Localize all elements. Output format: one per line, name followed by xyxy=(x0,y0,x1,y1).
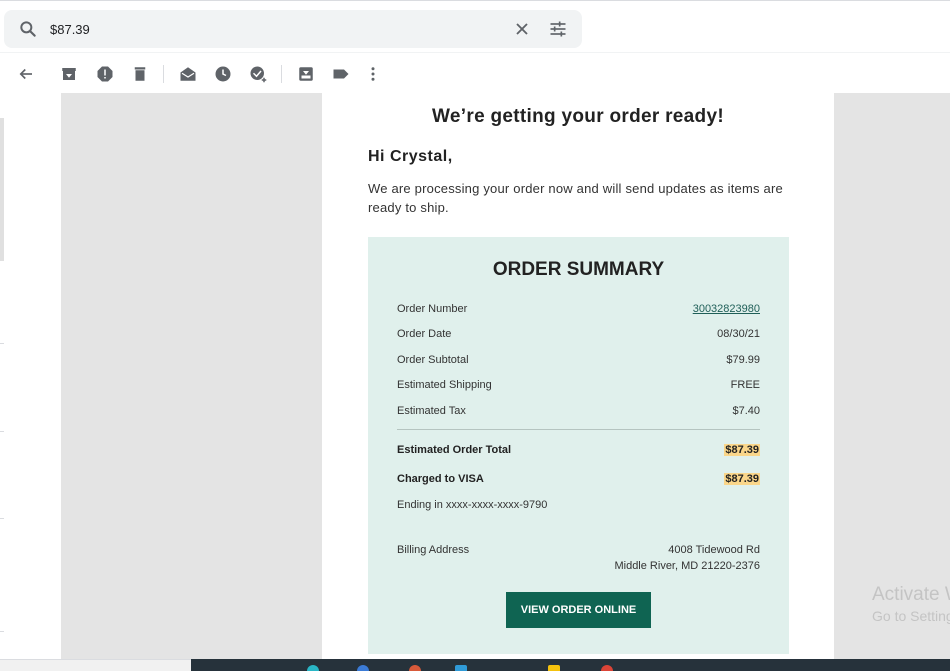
tax-label: Estimated Tax xyxy=(397,405,466,417)
nav-scroll-indicator[interactable] xyxy=(0,118,4,261)
order-total-label: Estimated Order Total xyxy=(397,444,512,456)
taskbar-app-icon[interactable] xyxy=(409,665,421,671)
email-greeting: Hi Crystal, xyxy=(368,148,453,165)
card-ending-row: Ending in xxxx-xxxx-xxxx-9790 xyxy=(397,499,760,515)
more-vert-icon[interactable] xyxy=(364,65,382,83)
email-background-left xyxy=(61,93,322,659)
activate-windows-subtitle: Go to Settings to activate Windows. xyxy=(872,608,950,624)
taskbar-app-icon[interactable] xyxy=(357,665,369,671)
order-number-row: Order Number 30032823980 xyxy=(397,303,760,319)
order-summary-box: ORDER SUMMARY Order Number 30032823980 O… xyxy=(368,237,789,654)
email-body: We’re getting your order ready! Hi Cryst… xyxy=(322,93,834,659)
nav-divider xyxy=(0,631,4,632)
view-order-online-button[interactable]: VIEW ORDER ONLINE xyxy=(506,592,651,628)
shipping-row: Estimated Shipping FREE xyxy=(397,379,760,395)
message-toolbar xyxy=(0,52,950,93)
charged-value: $87.39 xyxy=(724,473,760,485)
order-date-label: Order Date xyxy=(397,328,452,340)
order-total-value: $87.39 xyxy=(724,444,760,456)
toolbar-separator xyxy=(163,65,164,83)
tax-row: Estimated Tax $7.40 xyxy=(397,405,760,421)
email-intro: We are processing your order now and wil… xyxy=(368,181,783,215)
billing-address-line2: Middle River, MD 21220-2376 xyxy=(614,560,760,572)
order-total-row: Estimated Order Total $87.39 xyxy=(397,444,760,460)
search-bar[interactable] xyxy=(4,10,582,48)
shipping-value: FREE xyxy=(730,379,760,391)
billing-address-label: Billing Address xyxy=(397,544,470,556)
move-to-icon[interactable] xyxy=(297,65,315,83)
shipping-label: Estimated Shipping xyxy=(397,379,492,391)
nav-divider xyxy=(0,518,4,519)
window-top-border xyxy=(0,0,950,3)
order-date-value: 08/30/21 xyxy=(717,328,760,340)
archive-icon[interactable] xyxy=(60,65,78,83)
toolbar-separator xyxy=(281,65,282,83)
email-background-right xyxy=(834,93,950,659)
taskbar-app-icon[interactable] xyxy=(455,665,467,671)
label-icon[interactable] xyxy=(332,65,350,83)
close-icon[interactable] xyxy=(512,19,532,39)
order-subtotal-label: Order Subtotal xyxy=(397,354,469,366)
tune-icon[interactable] xyxy=(548,19,568,39)
nav-divider xyxy=(0,431,4,432)
snooze-clock-icon[interactable] xyxy=(214,65,232,83)
search-input[interactable] xyxy=(50,19,470,39)
order-subtotal-row: Order Subtotal $79.99 xyxy=(397,354,760,370)
order-number-label: Order Number xyxy=(397,303,468,315)
order-summary-title: ORDER SUMMARY xyxy=(492,259,665,280)
trash-icon[interactable] xyxy=(131,65,149,83)
report-spam-icon[interactable] xyxy=(96,65,114,83)
card-ending: Ending in xxxx-xxxx-xxxx-9790 xyxy=(397,499,548,511)
search-icon[interactable] xyxy=(18,19,38,39)
taskbar-app-icon[interactable] xyxy=(548,665,560,671)
taskbar-app-icon[interactable] xyxy=(307,665,319,671)
email-headline: We’re getting your order ready! xyxy=(432,106,724,127)
charged-row: Charged to VISA $87.39 xyxy=(397,473,760,489)
order-date-row: Order Date 08/30/21 xyxy=(397,328,760,344)
tax-value: $7.40 xyxy=(732,405,760,417)
arrow-back-icon[interactable] xyxy=(17,65,35,83)
add-task-icon[interactable] xyxy=(249,65,267,83)
summary-divider xyxy=(397,429,760,430)
nav-divider xyxy=(0,343,4,344)
activate-windows-title: Activate Windows xyxy=(872,584,950,605)
status-strip xyxy=(0,659,191,671)
order-subtotal-value: $79.99 xyxy=(726,354,760,366)
taskbar xyxy=(191,659,950,671)
billing-address-line1: 4008 Tidewood Rd xyxy=(668,544,760,556)
taskbar-app-icon[interactable] xyxy=(601,665,613,671)
charged-label: Charged to VISA xyxy=(397,473,484,485)
left-nav-edge xyxy=(0,93,61,659)
order-number-link[interactable]: 30032823980 xyxy=(693,303,760,315)
billing-address-row: Billing Address 4008 Tidewood Rd Middle … xyxy=(397,544,760,578)
mark-unread-icon[interactable] xyxy=(179,65,197,83)
